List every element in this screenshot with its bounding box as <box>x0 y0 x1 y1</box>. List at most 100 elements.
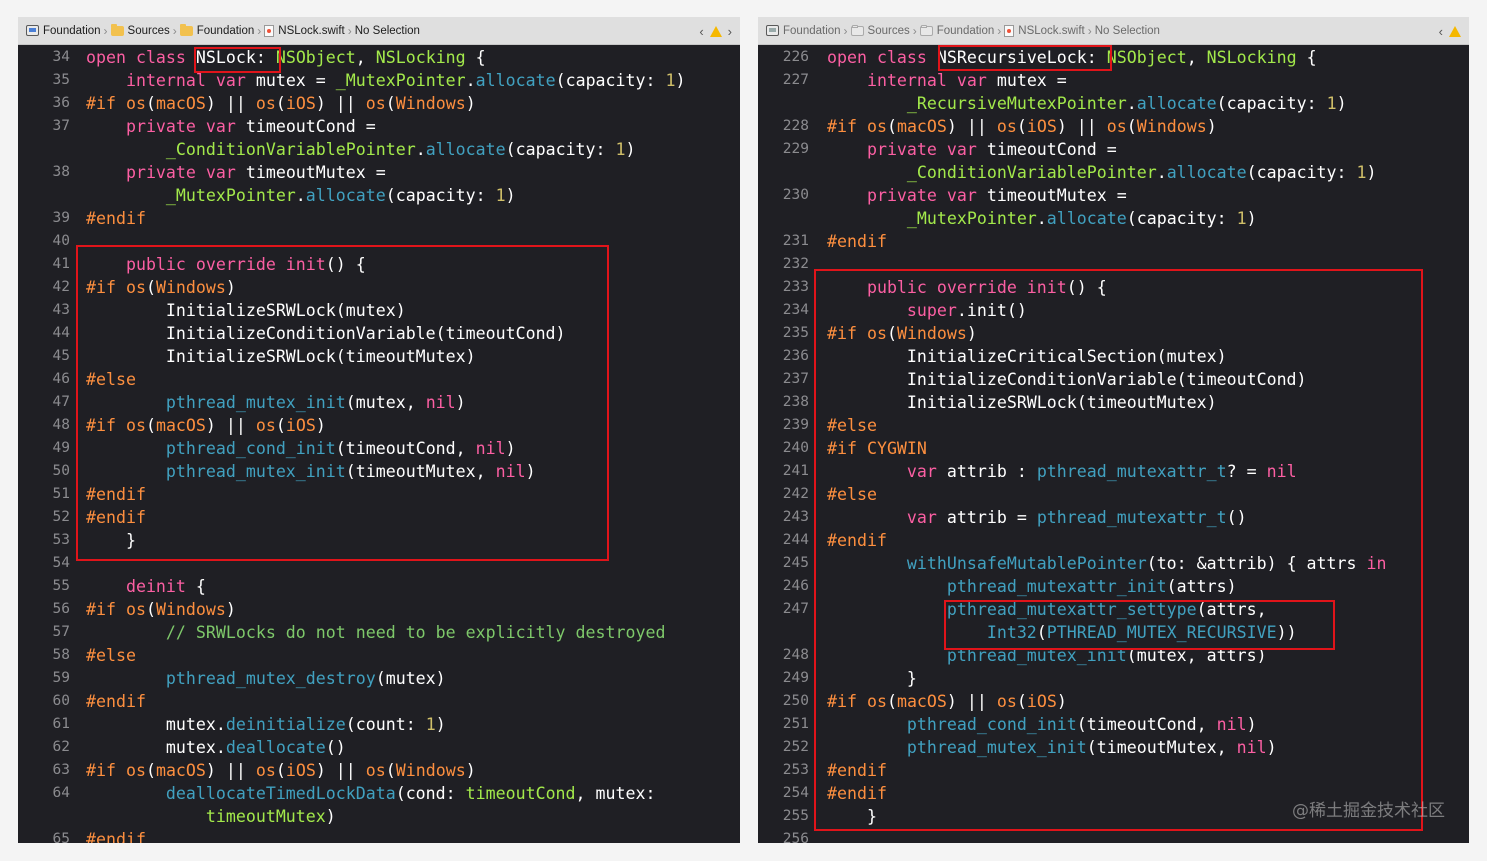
code-line[interactable]: 237 InitializeConditionVariable(timeoutC… <box>758 368 1469 391</box>
line-number[interactable]: 48 <box>20 414 70 437</box>
code-line[interactable]: 233 public override init() { <box>758 276 1469 299</box>
line-number[interactable]: 43 <box>20 299 70 322</box>
line-number[interactable]: 54 <box>20 552 70 575</box>
line-number[interactable]: 236 <box>759 345 809 368</box>
code-line[interactable]: 256 <box>758 828 1469 843</box>
line-number[interactable]: 59 <box>20 667 70 690</box>
code-line[interactable]: 249 } <box>758 667 1469 690</box>
warning-icon[interactable] <box>1449 25 1461 37</box>
line-number[interactable]: 245 <box>759 552 809 575</box>
code-line[interactable]: 63 #if os(macOS) || os(iOS) || os(Windows… <box>18 759 740 782</box>
crumb-project[interactable]: Foundation <box>766 25 841 37</box>
code-line[interactable]: 51 #endif <box>18 483 740 506</box>
line-number[interactable]: 234 <box>759 299 809 322</box>
line-number[interactable]: 229 <box>759 138 809 161</box>
line-number[interactable]: 57 <box>20 621 70 644</box>
code-line[interactable]: 240 #if CYGWIN <box>758 437 1469 460</box>
code-line[interactable]: 232 <box>758 253 1469 276</box>
line-number[interactable]: 237 <box>759 368 809 391</box>
crumb-foundation[interactable]: Foundation <box>919 25 994 37</box>
line-number[interactable]: 249 <box>759 667 809 690</box>
code-line[interactable]: 58 #else <box>18 644 740 667</box>
code-line[interactable]: 251 pthread_cond_init(timeoutCond, nil) <box>758 713 1469 736</box>
code-line[interactable]: 231 #endif <box>758 230 1469 253</box>
code-line[interactable]: 60 #endif <box>18 690 740 713</box>
code-line[interactable]: 59 pthread_mutex_destroy(mutex) <box>18 667 740 690</box>
crumb-project[interactable]: Foundation <box>26 25 101 37</box>
line-number[interactable]: 51 <box>20 483 70 506</box>
line-number[interactable]: 53 <box>20 529 70 552</box>
code-line[interactable]: 43 InitializeSRWLock(mutex) <box>18 299 740 322</box>
code-line[interactable]: 245 withUnsafeMutablePointer(to: &attrib… <box>758 552 1469 575</box>
line-number[interactable]: 255 <box>759 805 809 828</box>
pane-divider[interactable] <box>740 17 758 843</box>
code-line[interactable]: 239 #else <box>758 414 1469 437</box>
line-number[interactable]: 45 <box>20 345 70 368</box>
line-number[interactable]: 44 <box>20 322 70 345</box>
code-line[interactable]: 62 mutex.deallocate() <box>18 736 740 759</box>
code-line[interactable]: 36 #if os(macOS) || os(iOS) || os(Windows… <box>18 92 740 115</box>
crumb-selection[interactable]: No Selection <box>355 25 420 37</box>
code-area-left[interactable]: 34 open class NSLock: NSObject, NSLocking… <box>18 46 740 843</box>
line-number[interactable]: 58 <box>20 644 70 667</box>
line-number[interactable]: 254 <box>759 782 809 805</box>
line-number[interactable]: 239 <box>759 414 809 437</box>
line-number[interactable]: 226 <box>759 46 809 69</box>
code-line[interactable]: 40 <box>18 230 740 253</box>
code-line[interactable]: 42 #if os(Windows) <box>18 276 740 299</box>
crumb-file[interactable]: NSLock.swift <box>1004 24 1085 37</box>
line-number[interactable]: 50 <box>20 460 70 483</box>
crumb-sources[interactable]: Sources <box>110 24 170 37</box>
code-line[interactable]: 38 private var timeoutMutex = <box>18 161 740 184</box>
line-number[interactable]: 240 <box>759 437 809 460</box>
line-number[interactable]: 243 <box>759 506 809 529</box>
line-number[interactable]: 34 <box>20 46 70 69</box>
code-line[interactable]: 52 #endif <box>18 506 740 529</box>
code-line[interactable]: _MutexPointer.allocate(capacity: 1) <box>758 207 1469 230</box>
code-line[interactable]: 238 InitializeSRWLock(timeoutMutex) <box>758 391 1469 414</box>
code-line[interactable]: 230 private var timeoutMutex = <box>758 184 1469 207</box>
line-number[interactable]: 256 <box>759 828 809 843</box>
line-number[interactable]: 230 <box>759 184 809 207</box>
line-number[interactable]: 38 <box>20 161 70 184</box>
line-number[interactable]: 60 <box>20 690 70 713</box>
line-number[interactable]: 251 <box>759 713 809 736</box>
line-number[interactable]: 39 <box>20 207 70 230</box>
code-line[interactable]: 49 pthread_cond_init(timeoutCond, nil) <box>18 437 740 460</box>
code-line[interactable]: 246 pthread_mutexattr_init(attrs) <box>758 575 1469 598</box>
line-number[interactable]: 246 <box>759 575 809 598</box>
chevron-left-icon[interactable]: ‹ <box>699 24 703 39</box>
line-number[interactable]: 47 <box>20 391 70 414</box>
chevron-left-icon[interactable]: ‹ <box>1439 24 1443 39</box>
code-line[interactable]: 61 mutex.deinitialize(count: 1) <box>18 713 740 736</box>
code-line[interactable]: 241 var attrib : pthread_mutexattr_t? = … <box>758 460 1469 483</box>
code-line[interactable]: 229 private var timeoutCond = <box>758 138 1469 161</box>
code-line[interactable]: 55 deinit { <box>18 575 740 598</box>
code-line[interactable]: _RecursiveMutexPointer.allocate(capacity… <box>758 92 1469 115</box>
line-number[interactable]: 231 <box>759 230 809 253</box>
line-number[interactable]: 250 <box>759 690 809 713</box>
code-line[interactable]: 65 #endif <box>18 828 740 843</box>
code-line[interactable]: 228 #if os(macOS) || os(iOS) || os(Window… <box>758 115 1469 138</box>
line-number[interactable]: 35 <box>20 69 70 92</box>
code-line[interactable]: 35 internal var mutex = _MutexPointer.al… <box>18 69 740 92</box>
code-line[interactable]: Int32(PTHREAD_MUTEX_RECURSIVE)) <box>758 621 1469 644</box>
code-line[interactable]: 46 #else <box>18 368 740 391</box>
code-line[interactable]: 37 private var timeoutCond = <box>18 115 740 138</box>
code-line[interactable]: 50 pthread_mutex_init(timeoutMutex, nil) <box>18 460 740 483</box>
code-line[interactable]: 45 InitializeSRWLock(timeoutMutex) <box>18 345 740 368</box>
line-number[interactable]: 232 <box>759 253 809 276</box>
code-line[interactable]: 64 deallocateTimedLockData(cond: timeout… <box>18 782 740 805</box>
code-line[interactable]: 227 internal var mutex = <box>758 69 1469 92</box>
line-number[interactable]: 41 <box>20 253 70 276</box>
warning-icon[interactable] <box>709 25 722 37</box>
code-line[interactable]: 242 #else <box>758 483 1469 506</box>
code-line[interactable]: 226 open class NSRecursiveLock: NSObject,… <box>758 46 1469 69</box>
code-line[interactable]: _ConditionVariablePointer.allocate(capac… <box>758 161 1469 184</box>
line-number[interactable]: 56 <box>20 598 70 621</box>
line-number[interactable]: 40 <box>20 230 70 253</box>
code-line[interactable]: 48 #if os(macOS) || os(iOS) <box>18 414 740 437</box>
code-line[interactable]: timeoutMutex) <box>18 805 740 828</box>
line-number[interactable]: 244 <box>759 529 809 552</box>
chevron-right-icon[interactable]: › <box>728 24 732 39</box>
